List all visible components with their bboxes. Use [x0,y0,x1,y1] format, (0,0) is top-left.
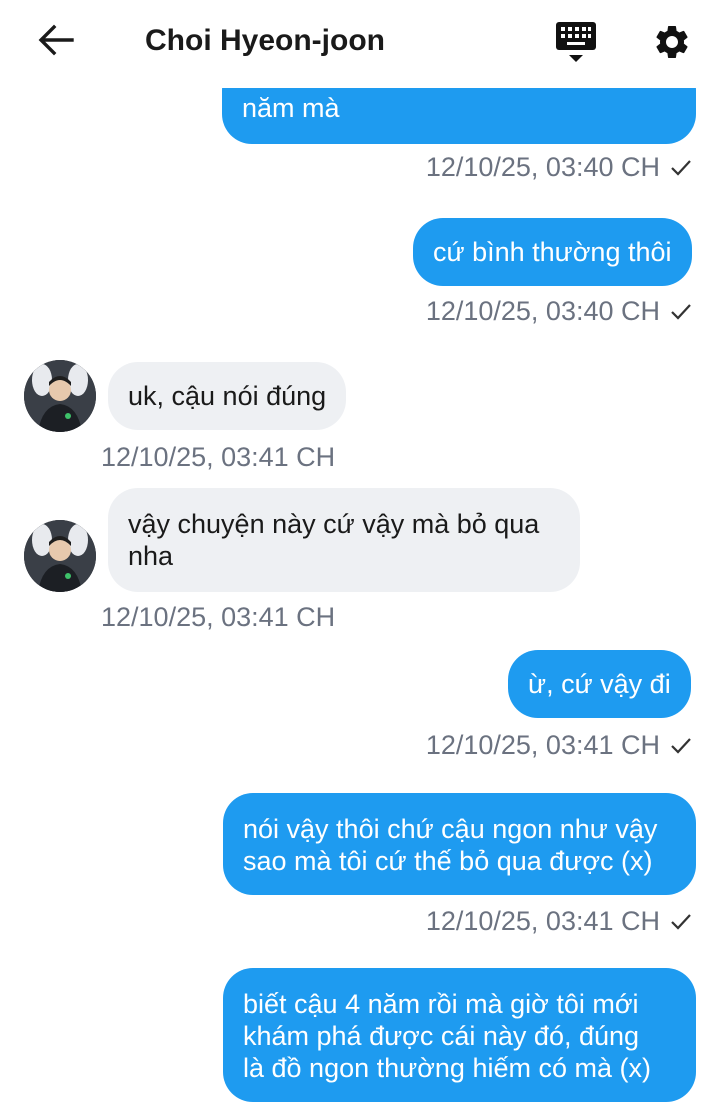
outgoing-message[interactable]: biết cậu 4 năm rồi mà giờ tôi mới khám p… [223,968,696,1102]
message-text: năm mà [242,93,340,123]
message-timestamp: 12/10/25, 03:41 CH [101,602,335,633]
contact-name[interactable]: Choi Hyeon-joon [145,24,385,58]
timestamp-text: 12/10/25, 03:40 CH [425,296,660,326]
contact-avatar[interactable] [24,520,96,592]
timestamp-text: 12/10/25, 03:41 CH [101,442,336,472]
timestamp-text: 12/10/25, 03:41 CH [425,730,660,760]
message-timestamp: 12/10/25, 03:41 CH [101,442,335,473]
back-button[interactable] [34,22,78,62]
message-timestamp: 12/10/25, 03:40 CH [426,296,692,328]
timestamp-text: 12/10/25, 03:40 CH [425,152,660,182]
chat-screen: năm mà 12/10/25, 03:40 CH cứ bình thường… [0,0,720,1107]
incoming-message[interactable]: uk, cậu nói đúng [108,362,347,430]
message-line: biết cậu 4 năm rồi mà giờ tôi mới [243,989,639,1019]
message-line: nói vậy thôi chứ cậu ngon như vậy [243,814,658,844]
message-line: là đồ ngon thường hiếm có mà (x) [243,1053,651,1083]
arrow-left-icon [38,24,74,61]
outgoing-message[interactable]: cứ bình thường thôi [413,218,692,286]
read-check-icon [670,297,692,328]
message-timestamp: 12/10/25, 03:40 CH [426,152,692,184]
settings-button[interactable] [648,20,696,68]
timestamp-text: 12/10/25, 03:41 CH [425,906,660,936]
message-text: cứ bình thường thôi [433,237,672,267]
timestamp-text: 12/10/25, 03:41 CH [101,602,336,632]
gear-icon [652,22,692,67]
message-timestamp: 12/10/25, 03:41 CH [426,906,692,938]
read-check-icon [670,153,692,184]
message-line: vậy chuyện này cứ vậy mà bỏ qua [128,509,540,539]
outgoing-message[interactable]: ừ, cứ vậy đi [508,650,691,718]
chat-header: Choi Hyeon-joon [0,0,720,88]
message-line: nha [128,541,174,571]
message-line: khám phá được cái này đó, đúng [243,1021,640,1051]
message-list[interactable]: năm mà 12/10/25, 03:40 CH cứ bình thường… [0,0,720,1107]
contact-avatar[interactable] [24,360,96,432]
incoming-message[interactable]: vậy chuyện này cứ vậy mà bỏ qua nha [108,488,580,592]
message-line: sao mà tôi cứ thế bỏ qua được (x) [243,846,653,876]
keyboard-icon [555,20,597,69]
message-text: ừ, cứ vậy đi [528,669,671,699]
outgoing-message[interactable]: nói vậy thôi chứ cậu ngon như vậy sao mà… [223,793,696,895]
read-check-icon [670,907,692,938]
message-text: uk, cậu nói đúng [128,381,327,411]
read-check-icon [670,731,692,762]
keyboard-button[interactable] [552,20,600,68]
message-timestamp: 12/10/25, 03:41 CH [426,730,692,762]
